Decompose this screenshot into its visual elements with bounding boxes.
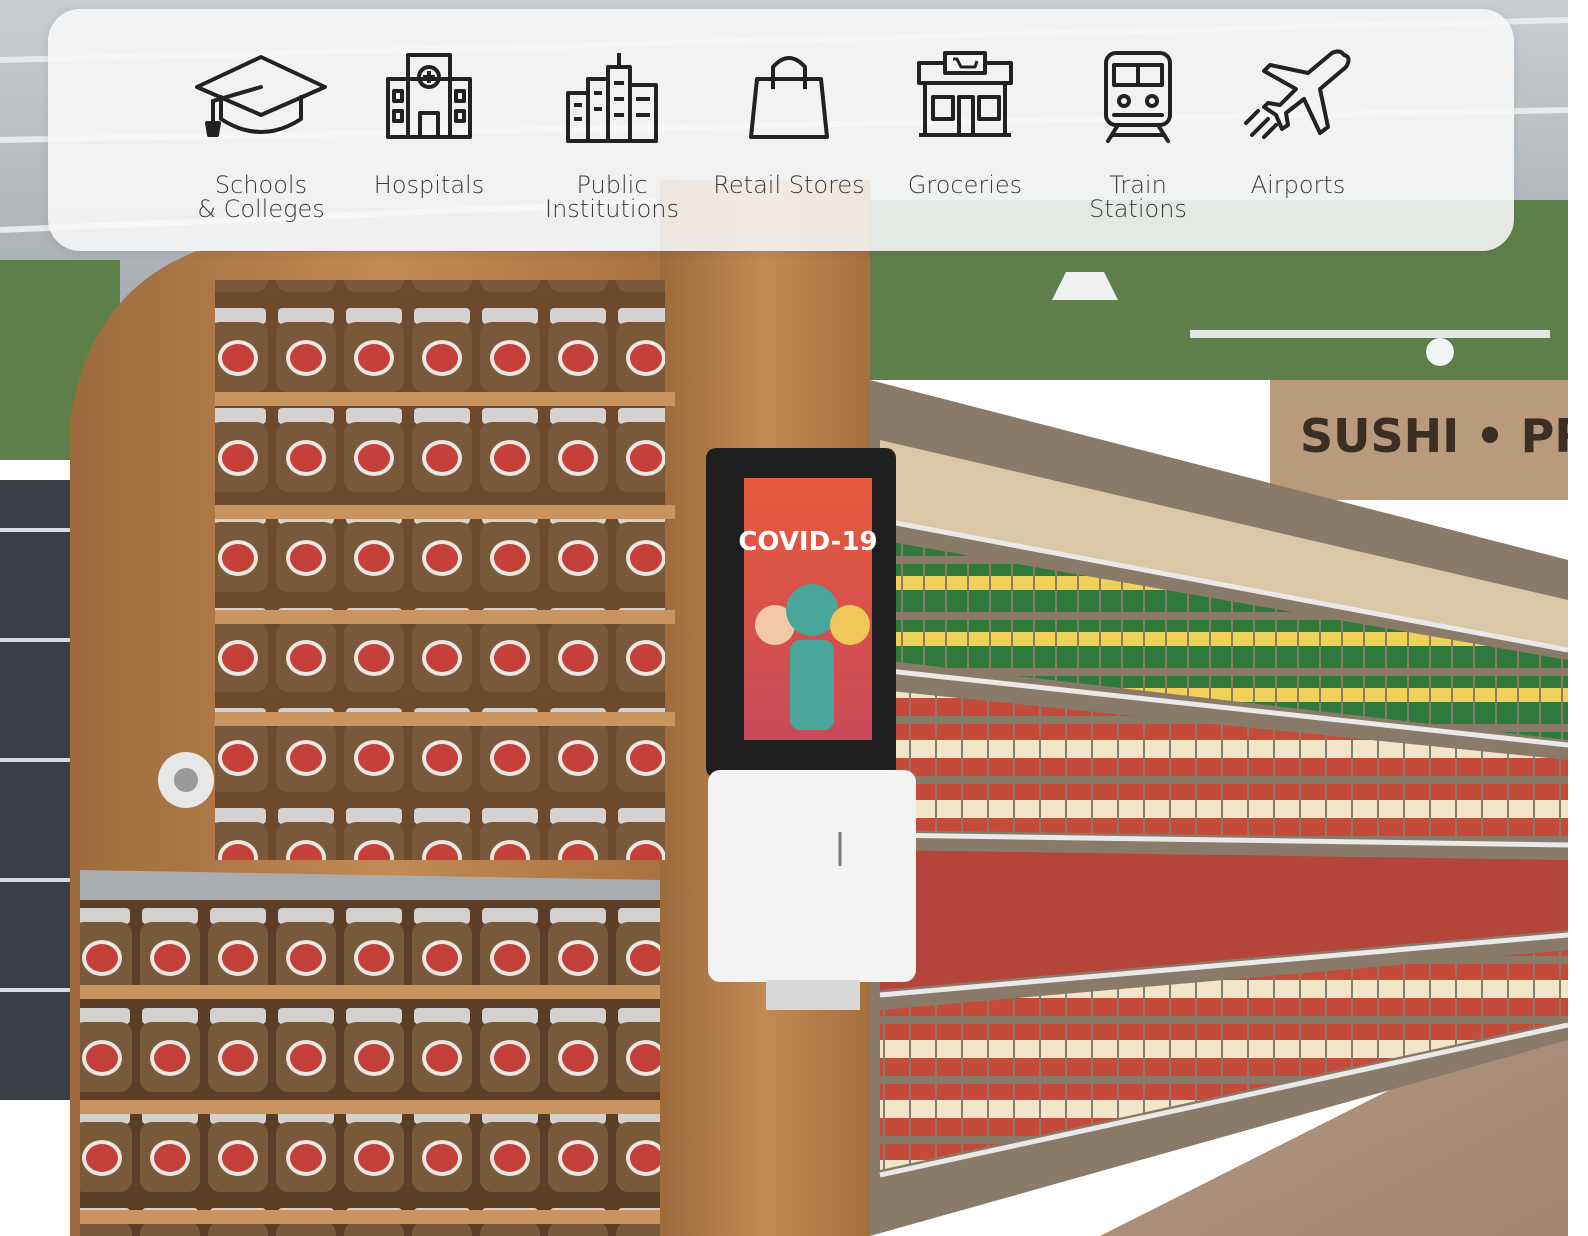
category-label: Groceries [907, 171, 1023, 199]
category-label: Retail Stores [713, 171, 865, 199]
category-groceries: Groceries [870, 9, 1060, 251]
kiosk-screen-text: COVID-19 [738, 527, 877, 557]
category-public-institutions: Public Institutions [517, 9, 707, 251]
category-airports: Airports [1203, 9, 1393, 251]
shopping-bag-icon [694, 49, 884, 159]
category-label: Airports [1250, 171, 1346, 199]
category-hospitals: Hospitals [334, 9, 524, 251]
category-label: Hospitals [373, 171, 485, 199]
category-retail-stores: Retail Stores [694, 9, 884, 251]
store-sign-text: SUSHI • PR [1300, 409, 1568, 463]
category-label: Public Institutions [545, 171, 679, 223]
hospital-icon [334, 49, 524, 159]
airplane-icon [1203, 49, 1393, 159]
city-buildings-icon [517, 49, 707, 159]
graduation-cap-icon [166, 49, 356, 159]
category-bar: Schools & Colleges Hospitals Public Inst… [48, 9, 1514, 251]
category-label: Schools & Colleges [197, 171, 325, 223]
category-schools-colleges: Schools & Colleges [166, 9, 356, 251]
grocery-store-icon [870, 49, 1060, 159]
photo-frame: SUSHI • PR COVID-19 Schools & Colleges H… [0, 0, 1568, 1236]
